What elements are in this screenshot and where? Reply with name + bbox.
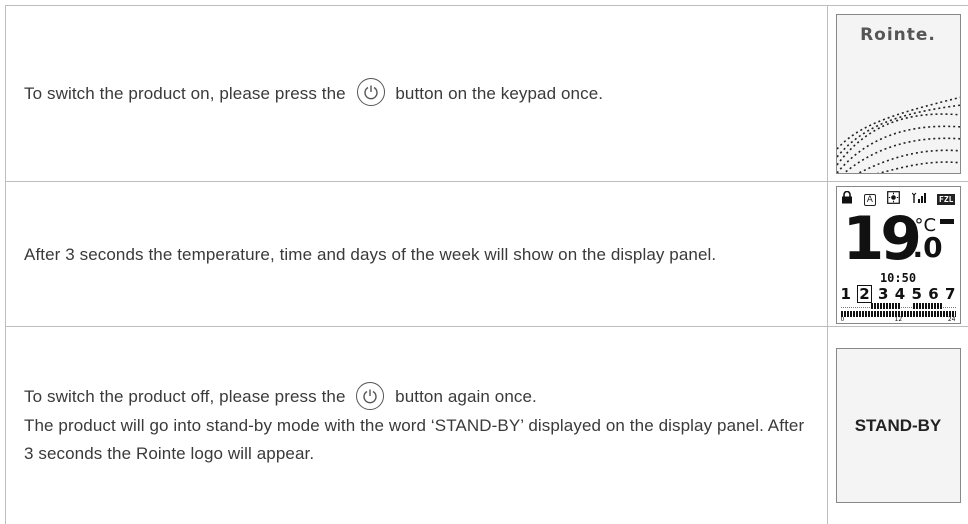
row-switch-off-text-cell: To switch the product off, please press … <box>5 327 828 524</box>
wave-pattern <box>836 96 960 173</box>
temperature-value: 19 <box>842 203 922 274</box>
day-6: 6 <box>928 284 939 303</box>
switch-off-text-pre: To switch the product off, please press … <box>24 387 346 407</box>
program-bar-evening <box>912 302 943 309</box>
temperature-decimal: .0 <box>912 230 943 264</box>
day-7: 7 <box>945 284 956 303</box>
axis-0: 0 <box>840 315 845 323</box>
day-1: 1 <box>840 284 851 303</box>
day-2-selected: 2 <box>857 284 872 303</box>
axis-12: 12 <box>894 315 903 323</box>
lcd-screen: A FZL 19 °C .0 10:50 1 2 3 4 5 6 7 0 12 … <box>835 185 961 324</box>
power-icon <box>356 381 385 410</box>
axis-24: 24 <box>947 315 956 323</box>
lcd-time: 10:50 <box>879 270 917 285</box>
display-text: After 3 seconds the temperature, time an… <box>24 244 717 264</box>
row-display: After 3 seconds the temperature, time an… <box>5 181 968 327</box>
standby-screen: STAND-BY <box>835 348 961 503</box>
row-switch-on-image-cell: Rointe. <box>828 6 968 182</box>
standby-description: The product will go into stand-by mode w… <box>24 415 805 463</box>
row-display-text-cell: After 3 seconds the temperature, time an… <box>5 182 828 327</box>
program-axis: 0 12 24 <box>840 315 956 323</box>
row-switch-on: To switch the product on, please press t… <box>5 5 968 182</box>
day-4: 4 <box>894 284 906 303</box>
switch-on-text-post: button on the keypad once. <box>395 83 604 103</box>
program-bar-morning <box>870 302 901 309</box>
logo-screen: Rointe. <box>835 14 961 174</box>
switch-on-text-pre: To switch the product on, please press t… <box>24 83 346 103</box>
fzl-badge: FZL <box>937 194 956 205</box>
lcd-days: 1 2 3 4 5 6 7 <box>840 284 956 303</box>
switch-on-text: To switch the product on, please press t… <box>24 78 604 109</box>
row-switch-on-text-cell: To switch the product on, please press t… <box>5 6 828 182</box>
row-switch-off-image-cell: STAND-BY <box>828 327 968 524</box>
switch-off-text-post: button again once. <box>395 387 537 407</box>
row-display-image-cell: A FZL 19 °C .0 10:50 1 2 3 4 5 6 7 0 12 … <box>828 182 968 327</box>
day-3: 3 <box>878 284 889 303</box>
day-5: 5 <box>911 284 922 303</box>
standby-label: STAND-BY <box>854 415 942 435</box>
row-switch-off: To switch the product off, please press … <box>5 326 968 524</box>
power-icon <box>356 78 385 107</box>
switch-off-text: To switch the product off, please press … <box>24 381 817 468</box>
minus-indicator <box>939 218 954 224</box>
